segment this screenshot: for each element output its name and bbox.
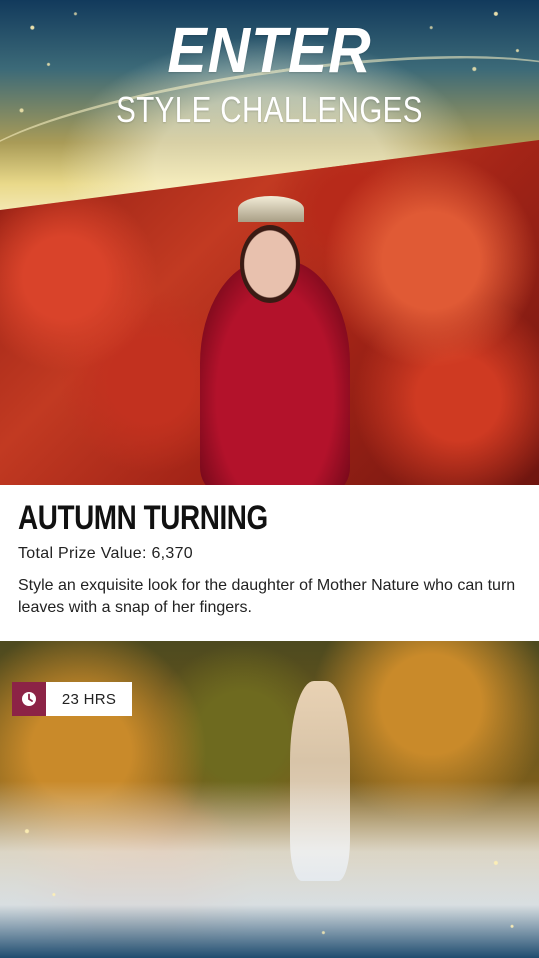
challenge-description: Style an exquisite look for the daughter… <box>18 577 516 616</box>
prize-value: Total Prize Value: 6,370 <box>18 545 194 562</box>
enter-title: ENTER <box>167 14 372 86</box>
model-head <box>240 225 300 303</box>
timer-label: 23 HRS <box>61 690 117 708</box>
style-challenges-subtitle: STYLE CHALLENGES <box>116 89 423 130</box>
challenge-title: AUTUMN TURNING <box>18 499 268 537</box>
timer-badge: 23 HRS <box>12 682 132 716</box>
tiara <box>238 196 304 222</box>
clock-icon <box>12 682 46 716</box>
challenge-card[interactable]: AUTUMN TURNING Total Prize Value: 6,370 … <box>0 485 539 641</box>
